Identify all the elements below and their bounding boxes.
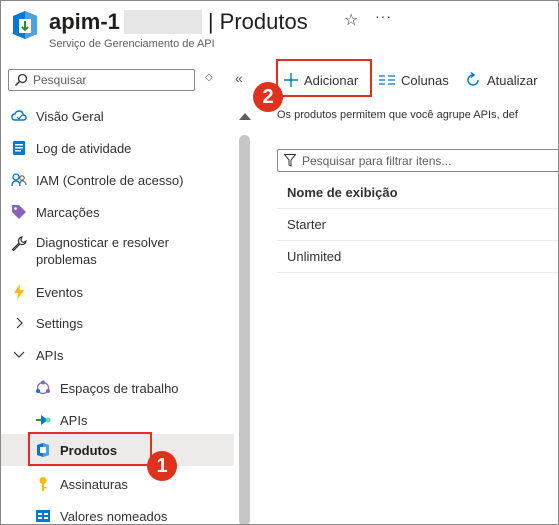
columns-icon bbox=[379, 74, 395, 86]
label-line-2: problemas bbox=[36, 252, 97, 267]
apis-icon bbox=[35, 412, 51, 428]
column-header-label: Nome de exibição bbox=[287, 185, 398, 200]
sidebar-item-label: Visão Geral bbox=[36, 108, 104, 124]
table-row[interactable]: Starter bbox=[277, 209, 558, 241]
produtos-highlight-box bbox=[28, 432, 152, 466]
redacted-block bbox=[123, 10, 202, 34]
chevron-down-icon bbox=[11, 347, 27, 363]
page-subtitle: Serviço de Gerenciamento de API bbox=[49, 38, 215, 50]
sidebar-item-apis[interactable]: APIs bbox=[1, 410, 234, 430]
sidebar-item-label: Eventos bbox=[36, 284, 83, 300]
filter-icon bbox=[284, 154, 296, 167]
columns-button[interactable]: Colunas bbox=[379, 63, 449, 97]
sidebar-item-label: Valores nomeados bbox=[60, 508, 168, 524]
refresh-button-label: Atualizar bbox=[487, 72, 538, 88]
sidebar-item-visao-geral[interactable]: Visão Geral bbox=[1, 106, 234, 126]
search-placeholder: Pesquisar bbox=[33, 73, 87, 87]
page-header: apim-1 | Produtos ☆ ··· Serviço de Geren… bbox=[1, 1, 558, 59]
sidebar-item-label: Marcações bbox=[36, 204, 100, 220]
table-row[interactable]: Unlimited bbox=[277, 241, 558, 273]
workspaces-icon bbox=[35, 380, 51, 396]
sidebar-item-eventos[interactable]: Eventos bbox=[1, 282, 234, 302]
column-header-display-name[interactable]: Nome de exibição bbox=[277, 177, 558, 209]
sidebar-item-label: APIs bbox=[60, 412, 88, 428]
more-options-icon[interactable]: ··· bbox=[375, 8, 392, 24]
filter-placeholder: Pesquisar para filtrar itens... bbox=[302, 154, 452, 168]
filter-input[interactable]: Pesquisar para filtrar itens... bbox=[277, 149, 558, 172]
sidebar-item-label: Assinaturas bbox=[60, 476, 128, 492]
title-separator: | bbox=[207, 9, 214, 34]
resource-name: apim-1 bbox=[49, 9, 120, 34]
sidebar-item-settings[interactable]: Settings bbox=[1, 313, 234, 333]
search-icon bbox=[15, 73, 28, 86]
sidebar-item-diagnosticar[interactable]: Diagnosticar e resolver problemas bbox=[1, 234, 234, 270]
api-management-icon bbox=[13, 11, 37, 39]
chevron-right-icon bbox=[11, 315, 27, 331]
favorite-star-icon[interactable]: ☆ bbox=[344, 10, 358, 30]
sidebar-item-iam[interactable]: IAM (Controle de acesso) bbox=[1, 170, 234, 190]
sidebar-item-espacos-de-trabalho[interactable]: Espaços de trabalho bbox=[1, 378, 234, 398]
sidebar-item-assinaturas[interactable]: Assinaturas bbox=[1, 474, 234, 494]
page-title: Produtos bbox=[219, 9, 308, 34]
sidebar-item-marcacoes[interactable]: Marcações bbox=[1, 202, 234, 222]
products-description: Os produtos permitem que você agrupe API… bbox=[277, 109, 518, 121]
sidebar-item-label: Settings bbox=[36, 315, 83, 331]
named-values-icon bbox=[35, 508, 51, 524]
refresh-button[interactable]: Atualizar bbox=[465, 63, 538, 97]
columns-button-label: Colunas bbox=[401, 72, 449, 88]
scroll-up-arrow-icon[interactable] bbox=[239, 113, 251, 120]
sidebar-item-label: Log de atividade bbox=[36, 140, 132, 156]
step-1-badge: 1 bbox=[147, 451, 177, 481]
sidebar-item-label: IAM (Controle de acesso) bbox=[36, 172, 184, 188]
cloud-icon bbox=[11, 108, 27, 124]
label-line-1: Diagnosticar e resolver bbox=[36, 235, 169, 250]
key-icon bbox=[35, 476, 51, 492]
add-highlight-box bbox=[276, 59, 372, 97]
sidebar-item-apis-group[interactable]: APIs bbox=[1, 345, 234, 365]
lightning-icon bbox=[11, 284, 27, 300]
app-window: apim-1 | Produtos ☆ ··· Serviço de Geren… bbox=[0, 0, 559, 525]
sidebar-item-label: Diagnosticar e resolver problemas bbox=[36, 234, 169, 268]
sidebar-item-valores-nomeados[interactable]: Valores nomeados bbox=[1, 506, 234, 524]
people-icon bbox=[11, 172, 27, 188]
activity-log-icon bbox=[11, 140, 27, 156]
scrollbar-thumb[interactable] bbox=[239, 135, 250, 524]
sidebar-item-label: Espaços de trabalho bbox=[60, 380, 179, 396]
wrench-icon bbox=[11, 236, 27, 252]
collapse-sidebar-icon[interactable]: « bbox=[235, 70, 243, 86]
sidebar-search-input[interactable]: Pesquisar bbox=[8, 69, 195, 91]
sidebar-item-log-de-atividade[interactable]: Log de atividade bbox=[1, 138, 234, 158]
row-display-name: Starter bbox=[287, 217, 327, 232]
row-display-name: Unlimited bbox=[287, 249, 342, 264]
refresh-icon bbox=[465, 72, 481, 88]
tag-icon bbox=[11, 204, 27, 220]
sidebar-item-label: APIs bbox=[36, 347, 64, 363]
step-2-badge: 2 bbox=[253, 82, 283, 112]
expand-collapse-icon[interactable]: ◇ bbox=[205, 72, 213, 83]
